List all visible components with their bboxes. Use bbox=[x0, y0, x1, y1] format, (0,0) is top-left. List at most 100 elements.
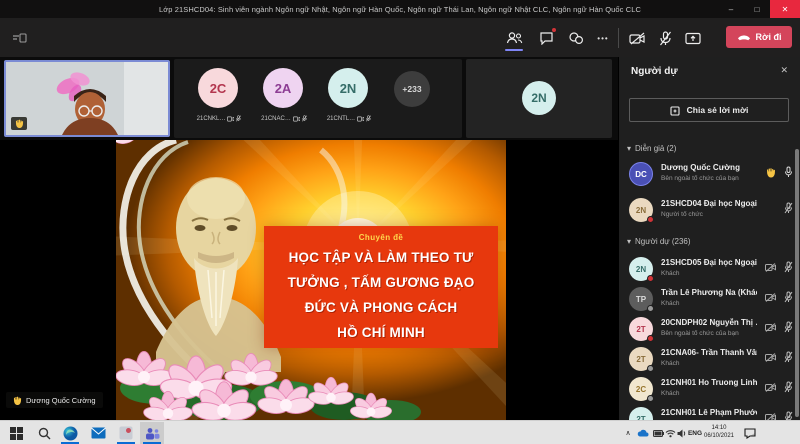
webcam-tile[interactable] bbox=[4, 60, 170, 137]
mic-off-icon[interactable] bbox=[784, 351, 793, 363]
presence-away-dot bbox=[647, 305, 654, 312]
clock-date: 06/10/2021 bbox=[701, 432, 737, 440]
camera-off-icon bbox=[765, 383, 776, 392]
avatar: DC bbox=[629, 162, 653, 186]
share-invite-button[interactable]: Chia sẻ lời mời bbox=[629, 98, 789, 122]
camera-off-icon bbox=[765, 293, 776, 302]
close-button[interactable]: ✕ bbox=[770, 0, 800, 18]
speaker-icon[interactable] bbox=[676, 422, 688, 444]
tile-label: 21CNKL… bbox=[186, 115, 252, 122]
window-title: Lớp 21SHCD04: Sinh viên ngành Ngôn ngữ N… bbox=[159, 5, 641, 14]
share-screen-icon[interactable] bbox=[684, 29, 702, 47]
tray-chevron-icon[interactable]: ∧ bbox=[622, 422, 634, 444]
participant-row[interactable]: 2C 21CNH01 Ho Truong Linh… Khách bbox=[625, 373, 797, 405]
participant-tile-solo[interactable]: 2N bbox=[466, 59, 612, 138]
avatar: 2T bbox=[629, 317, 653, 341]
mic-off-icon bbox=[366, 115, 371, 122]
taskbar-clock[interactable]: 14:10 06/10/2021 bbox=[701, 424, 737, 440]
search-button[interactable] bbox=[32, 422, 56, 444]
presence-busy-dot bbox=[647, 216, 654, 223]
video-strip: 2C 21CNKL… 2A 21CNAC… 2N 21CNTL… +233 2N bbox=[0, 57, 618, 140]
leave-button-label: Rời đi bbox=[756, 32, 782, 42]
battery-icon[interactable] bbox=[652, 422, 664, 444]
presence-away-dot bbox=[647, 395, 654, 402]
section-attendees[interactable]: ▾ Người dự (236) bbox=[627, 237, 691, 246]
avatar: 2T bbox=[629, 407, 653, 420]
slide-title-line: HỒ CHÍ MINH bbox=[264, 320, 498, 345]
camera-off-icon[interactable] bbox=[628, 29, 646, 47]
meeting-toolbar: ••• Rời đi bbox=[0, 18, 800, 57]
participant-row[interactable]: 2T 21CNH01 Lê Phạm Phước… Bên ngoài tổ c… bbox=[625, 403, 797, 420]
minimize-button[interactable]: – bbox=[718, 0, 744, 18]
raised-hand-icon bbox=[15, 119, 24, 128]
edge-taskbar-button[interactable] bbox=[58, 422, 82, 444]
camera-off-icon bbox=[357, 116, 364, 122]
toolbar-divider bbox=[618, 28, 619, 48]
panel-close-icon[interactable]: ✕ bbox=[780, 65, 788, 76]
action-center-icon[interactable] bbox=[742, 422, 758, 444]
camera-off-icon bbox=[765, 353, 776, 362]
slide-title-line: ĐỨC VÀ PHONG CÁCH bbox=[264, 295, 498, 320]
presentation-stage: Chuyên đề HỌC TẬP VÀ LÀM THEO TƯ TƯỞNG ,… bbox=[0, 140, 618, 420]
chat-icon[interactable] bbox=[537, 29, 555, 47]
presenter-name-badge: Dương Quốc Cường bbox=[6, 392, 103, 408]
popout-icon[interactable] bbox=[10, 29, 28, 47]
tile-label: 21CNTL… bbox=[316, 115, 382, 122]
slide-kicker: Chuyên đề bbox=[264, 233, 498, 242]
camera-off-icon bbox=[765, 413, 776, 421]
camera-off-icon bbox=[765, 323, 776, 332]
reactions-icon[interactable] bbox=[567, 29, 585, 47]
camera-off-icon bbox=[293, 116, 300, 122]
mic-off-icon[interactable] bbox=[784, 202, 793, 214]
windows-logo-icon bbox=[10, 427, 23, 440]
teams-taskbar-button[interactable] bbox=[140, 422, 164, 444]
teams-icon bbox=[145, 427, 160, 440]
shared-slide: Chuyên đề HỌC TẬP VÀ LÀM THEO TƯ TƯỞNG ,… bbox=[116, 140, 506, 420]
participant-row[interactable]: 2T 21CNA06- Trần Thanh Vân… Khách bbox=[625, 343, 797, 375]
avatar: 2N bbox=[629, 257, 653, 281]
webcam-video bbox=[6, 62, 168, 135]
chevron-down-icon: ▾ bbox=[627, 144, 631, 153]
raised-hand-badge bbox=[11, 117, 27, 130]
start-button[interactable] bbox=[4, 422, 28, 444]
presence-busy-dot bbox=[647, 275, 654, 282]
mic-off-icon[interactable] bbox=[784, 321, 793, 333]
share-invite-icon bbox=[670, 105, 681, 116]
avatar: TP bbox=[629, 287, 653, 311]
avatar: 2T bbox=[629, 347, 653, 371]
mic-off-icon[interactable] bbox=[784, 381, 793, 393]
mic-off-icon[interactable] bbox=[784, 411, 793, 420]
wifi-icon[interactable] bbox=[664, 422, 676, 444]
avatar[interactable]: 2C bbox=[198, 68, 238, 108]
sidebar-scrollbar[interactable] bbox=[795, 149, 799, 417]
section-presenters[interactable]: ▾ Diễn giả (2) bbox=[627, 144, 676, 153]
avatar[interactable]: 2A bbox=[263, 68, 303, 108]
mic-off-icon[interactable] bbox=[784, 291, 793, 303]
mic-on-icon[interactable] bbox=[784, 166, 793, 178]
mic-off-icon[interactable] bbox=[784, 261, 793, 273]
more-options-icon[interactable]: ••• bbox=[594, 29, 612, 47]
mail-taskbar-button[interactable] bbox=[86, 422, 110, 444]
participants-panel: Người dự ✕ Chia sẻ lời mời ▾ Diễn giả (2… bbox=[618, 57, 800, 420]
edge-icon bbox=[63, 426, 78, 441]
avatar: 2C bbox=[629, 377, 653, 401]
participant-row[interactable]: DC Dương Quốc Cường Bên ngoài tổ chức củ… bbox=[625, 158, 797, 190]
mic-off-icon[interactable] bbox=[656, 29, 674, 47]
participant-row[interactable]: 2N 21SHCD04 Đại học Ngoại ng… Người tổ c… bbox=[625, 194, 797, 226]
participant-row[interactable]: 2T 20CNDPH02 Nguyễn Thị … Bên ngoài tổ c… bbox=[625, 313, 797, 345]
mic-off-icon bbox=[236, 115, 241, 122]
participant-row[interactable]: TP Trần Lê Phương Na (Khách) Khách bbox=[625, 283, 797, 315]
participant-row[interactable]: 2N 21SHCD05 Đại học Ngoại… Khách bbox=[625, 253, 797, 285]
participants-icon[interactable] bbox=[505, 29, 523, 47]
app-taskbar-button[interactable] bbox=[114, 422, 138, 444]
participants-tile-group: 2C 21CNKL… 2A 21CNAC… 2N 21CNTL… +233 bbox=[174, 59, 462, 138]
language-indicator[interactable]: ENG bbox=[688, 422, 702, 444]
maximize-button[interactable]: □ bbox=[744, 0, 770, 18]
overflow-participants-badge[interactable]: +233 bbox=[394, 71, 430, 107]
leave-button[interactable]: Rời đi bbox=[726, 26, 792, 48]
slide-title-line: TƯỞNG , TẤM GƯƠNG ĐẠO bbox=[264, 270, 498, 295]
chat-notification-dot bbox=[551, 27, 557, 33]
avatar: 2N bbox=[522, 81, 556, 115]
avatar[interactable]: 2N bbox=[328, 68, 368, 108]
onedrive-icon[interactable] bbox=[636, 422, 650, 444]
